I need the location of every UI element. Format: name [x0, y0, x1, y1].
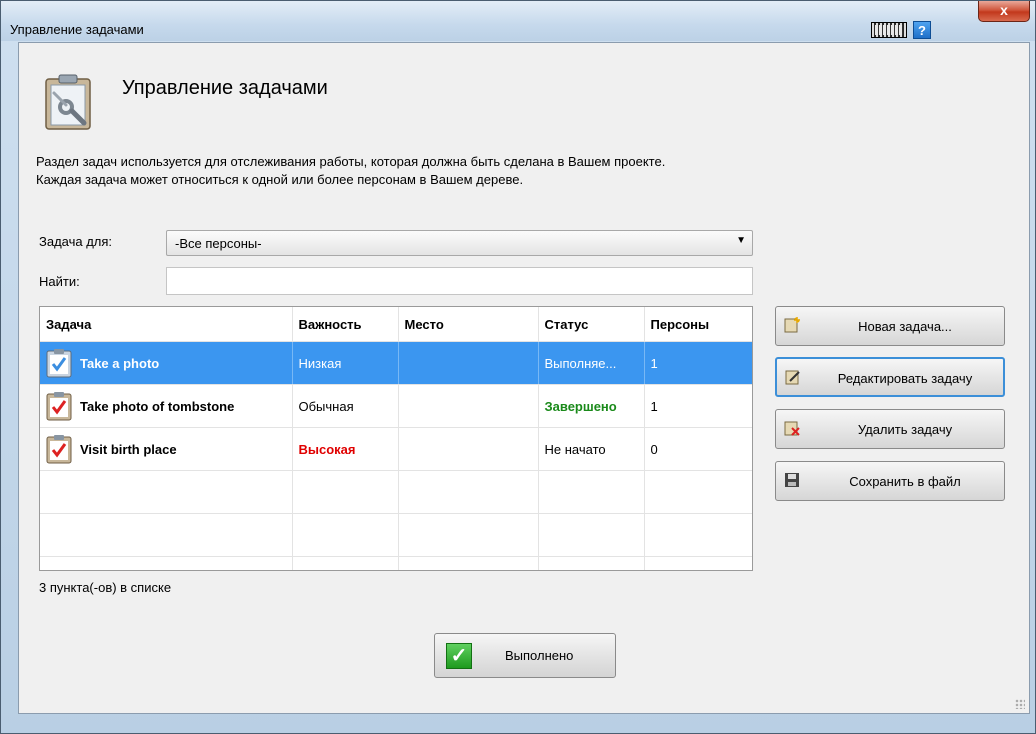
- save-to-file-label: Сохранить в файл: [849, 474, 961, 489]
- edit-task-button[interactable]: Редактировать задачу: [775, 357, 1005, 397]
- floppy-disk-icon: [785, 473, 799, 487]
- tasks-table[interactable]: Задача Важность Место Статус Персоны Tak…: [39, 306, 753, 571]
- task-cell: Visit birth place: [40, 427, 293, 471]
- empty-row: [40, 470, 752, 514]
- persons-cell: 1: [644, 384, 752, 428]
- task-name: Visit birth place: [80, 441, 177, 457]
- column-header-persons[interactable]: Персоны: [644, 307, 752, 342]
- place-cell: [398, 427, 539, 471]
- new-task-button[interactable]: Новая задача...: [775, 306, 1005, 346]
- done-label: Выполнено: [505, 648, 574, 663]
- importance-cell: Высокая: [292, 427, 399, 471]
- edit-task-label: Редактировать задачу: [837, 371, 973, 386]
- done-button[interactable]: ✓ Выполнено: [434, 633, 616, 678]
- status-cell: Не начато: [538, 427, 645, 471]
- empty-row: [40, 556, 752, 570]
- task-for-label: Задача для:: [39, 234, 113, 249]
- delete-task-button[interactable]: Удалить задачу: [775, 409, 1005, 449]
- task-for-dropdown[interactable]: -Все персоны- ▼: [166, 230, 753, 256]
- empty-row: [40, 513, 752, 557]
- task-name: Take a photo: [80, 355, 160, 371]
- save-to-file-button[interactable]: Сохранить в файл: [775, 461, 1005, 501]
- page-title: Управление задачами: [122, 77, 328, 99]
- status-cell: Завершено: [538, 384, 645, 428]
- description-line-2: Каждая задача может относиться к одной и…: [36, 172, 524, 187]
- task-clipboard-icon: [46, 435, 72, 464]
- task-clipboard-icon: [46, 349, 72, 378]
- table-row[interactable]: Take a photo Низкая Выполняе... 1: [40, 341, 752, 385]
- close-button[interactable]: x: [978, 1, 1030, 22]
- column-header-status[interactable]: Статус: [538, 307, 645, 342]
- importance-cell: Обычная: [292, 384, 399, 428]
- item-count-label: 3 пункта(-ов) в списке: [39, 580, 172, 595]
- persons-cell: 0: [644, 427, 752, 471]
- column-header-importance[interactable]: Важность: [292, 307, 399, 342]
- place-cell: [398, 384, 539, 428]
- resize-grip-icon[interactable]: [1015, 699, 1025, 709]
- help-icon[interactable]: ?: [913, 21, 931, 39]
- table-header-row: Задача Важность Место Статус Персоны: [40, 307, 752, 342]
- table-row[interactable]: Visit birth place Высокая Не начато 0: [40, 427, 752, 471]
- place-cell: [398, 341, 539, 385]
- find-label: Найти:: [39, 274, 80, 289]
- importance-cell: Низкая: [292, 341, 399, 385]
- clipboard-wrench-icon: [45, 74, 91, 130]
- status-cell: Выполняе...: [538, 341, 645, 385]
- new-task-label: Новая задача...: [858, 319, 952, 334]
- task-cell: Take photo of tombstone: [40, 384, 293, 428]
- task-for-selected-value: -Все персоны-: [175, 236, 262, 251]
- dialog-content: Управление задачами Раздел задач использ…: [18, 42, 1030, 714]
- table-row[interactable]: Take photo of tombstone Обычная Завершен…: [40, 384, 752, 428]
- chevron-down-icon: ▼: [736, 235, 746, 246]
- task-name: Take photo of tombstone: [80, 398, 235, 414]
- description-text: Раздел задач используется для отслеживан…: [36, 153, 936, 189]
- delete-task-icon: [784, 421, 800, 436]
- edit-task-icon: [785, 370, 800, 385]
- window-title: Управление задачами: [10, 22, 144, 37]
- new-task-icon: [784, 317, 800, 333]
- task-cell: Take a photo: [40, 341, 293, 385]
- dialog-window: Управление задачами ? x Управление задач…: [0, 0, 1036, 734]
- column-header-task[interactable]: Задача: [40, 307, 293, 342]
- delete-task-label: Удалить задачу: [857, 422, 953, 437]
- keyboard-icon[interactable]: [871, 22, 907, 38]
- task-clipboard-icon: [46, 392, 72, 421]
- column-header-place[interactable]: Место: [398, 307, 539, 342]
- find-input[interactable]: [166, 267, 753, 295]
- description-line-1: Раздел задач используется для отслеживан…: [36, 154, 666, 169]
- checkmark-icon: ✓: [446, 643, 472, 669]
- title-bar[interactable]: Управление задачами ? x: [1, 1, 1035, 41]
- persons-cell: 1: [644, 341, 752, 385]
